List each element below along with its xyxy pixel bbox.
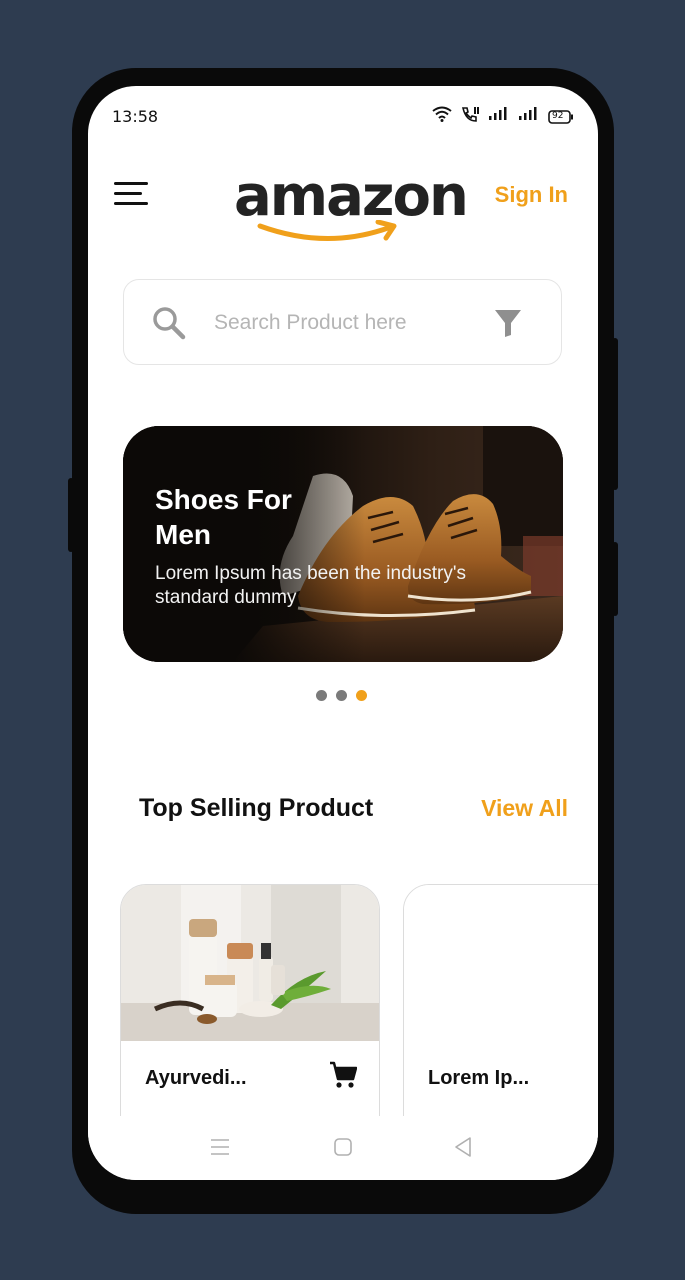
product-name: Ayurvedi... [145, 1067, 247, 1089]
product-card[interactable]: Lorem Ip... [403, 884, 598, 1146]
carousel-dot-active[interactable] [356, 690, 367, 701]
promo-banner[interactable]: Shoes For Men Lorem Ipsum has been the i… [123, 426, 563, 662]
carousel-dot[interactable] [336, 690, 347, 701]
logo-smile-icon [257, 220, 397, 241]
battery-icon: 92 [548, 109, 574, 124]
carousel-dot[interactable] [316, 690, 327, 701]
product-image [404, 885, 598, 1041]
status-time: 13:58 [112, 107, 159, 126]
search-input[interactable] [212, 300, 486, 346]
carousel-indicator [316, 690, 367, 701]
system-nav-bar [88, 1116, 598, 1180]
banner-description: Lorem Ipsum has been the industry's stan… [155, 563, 466, 608]
sign-in-link[interactable]: Sign In [495, 182, 568, 208]
recent-apps-icon[interactable] [210, 1138, 230, 1161]
filter-icon[interactable] [493, 308, 523, 343]
search-bar[interactable] [123, 279, 562, 365]
section-title: Top Selling Product [139, 794, 374, 822]
battery-level: 92 [552, 110, 564, 121]
call-icon [460, 106, 480, 127]
wifi-icon [432, 106, 452, 127]
hamburger-menu-icon[interactable] [114, 178, 148, 206]
product-image [121, 885, 379, 1041]
banner-title: Shoes For Men [155, 484, 292, 550]
product-name: Lorem Ip... [428, 1067, 530, 1089]
status-bar: 13:58 92 [88, 86, 598, 146]
amazon-logo: amazon [228, 164, 469, 244]
app-screen: 13:58 92 amazon Sign In Search Product h… [88, 86, 598, 1180]
view-all-link[interactable]: View All [481, 795, 568, 822]
product-card[interactable]: Ayurvedi... [120, 884, 380, 1146]
home-icon[interactable] [334, 1138, 352, 1161]
back-icon[interactable] [454, 1137, 472, 1162]
cart-icon[interactable] [329, 1061, 358, 1094]
search-icon[interactable] [152, 306, 186, 345]
signal-icon [488, 107, 510, 126]
signal-icon [518, 107, 540, 126]
